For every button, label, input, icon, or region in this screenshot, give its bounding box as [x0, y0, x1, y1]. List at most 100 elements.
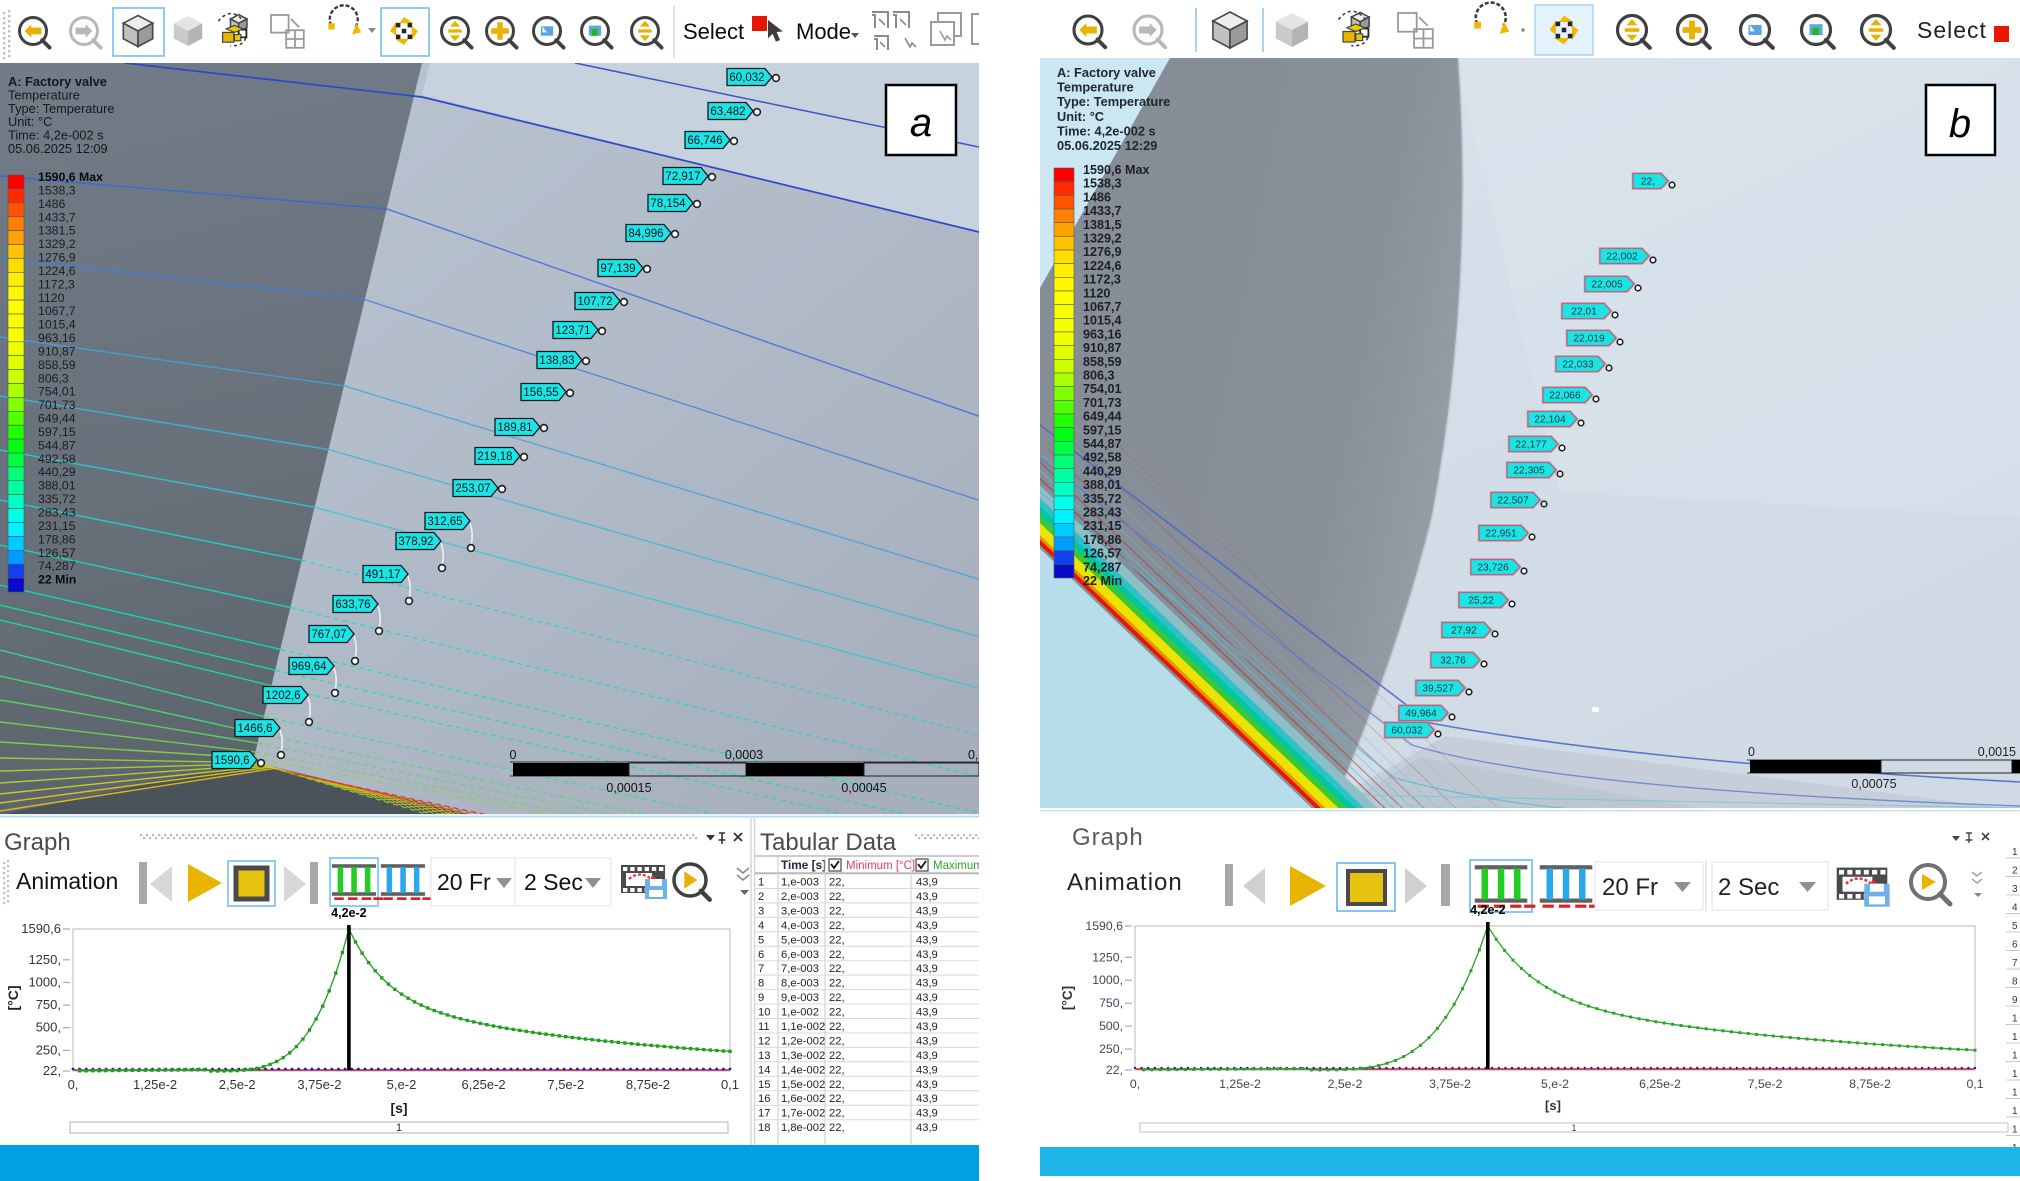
svg-text:156,55: 156,55	[523, 387, 558, 399]
svg-text:0,: 0,	[1130, 1077, 1140, 1091]
svg-text:963,16: 963,16	[38, 331, 76, 345]
svg-text:1: 1	[2012, 1088, 2018, 1099]
svg-text:1067,7: 1067,7	[38, 304, 76, 318]
svg-text:14: 14	[758, 1064, 770, 1076]
svg-text:22,: 22,	[829, 1064, 845, 1076]
svg-text:123,71: 123,71	[555, 325, 590, 337]
svg-text:22,: 22,	[829, 1079, 845, 1091]
svg-text:231,15: 231,15	[1083, 519, 1122, 533]
svg-text:858,59: 858,59	[1083, 355, 1122, 369]
svg-text:43,9: 43,9	[916, 891, 938, 903]
svg-text:78,154: 78,154	[650, 198, 686, 210]
svg-text:1590,6 Max: 1590,6 Max	[38, 170, 103, 184]
svg-text:1486: 1486	[1083, 190, 1111, 204]
svg-text:22,: 22,	[829, 1122, 845, 1134]
svg-text:1,25e-2: 1,25e-2	[133, 1077, 177, 1092]
svg-text:43,9: 43,9	[916, 1093, 938, 1105]
svg-text:43,9: 43,9	[916, 1064, 938, 1076]
svg-text:8,75e-2: 8,75e-2	[626, 1077, 670, 1092]
svg-text:0,0015: 0,0015	[1978, 745, 2016, 759]
svg-text:544,87: 544,87	[1083, 437, 1122, 451]
svg-text:Graph: Graph	[1072, 824, 1144, 851]
svg-text:544,87: 544,87	[38, 438, 76, 452]
svg-text:1486: 1486	[38, 197, 66, 211]
svg-text:597,15: 597,15	[1083, 423, 1122, 437]
svg-text:1250,: 1250,	[28, 952, 61, 967]
svg-text:43,9: 43,9	[916, 1122, 938, 1134]
svg-text:43,9: 43,9	[916, 992, 938, 1004]
svg-text:7,5e-2: 7,5e-2	[547, 1077, 584, 1092]
svg-text:3: 3	[2012, 884, 2018, 895]
svg-text:178,86: 178,86	[1083, 533, 1122, 547]
svg-text:1224,6: 1224,6	[1083, 259, 1122, 273]
svg-text:0: 0	[510, 748, 517, 762]
svg-text:5: 5	[758, 934, 764, 946]
svg-text:910,87: 910,87	[38, 344, 76, 358]
svg-text:22,002: 22,002	[1606, 252, 1638, 263]
svg-text:1538,3: 1538,3	[38, 183, 76, 197]
svg-text:5,e-003: 5,e-003	[781, 934, 819, 946]
svg-text:8: 8	[758, 978, 764, 990]
svg-text:1276,9: 1276,9	[1083, 245, 1122, 259]
svg-text:22,: 22,	[829, 905, 845, 917]
svg-text:1433,7: 1433,7	[1083, 204, 1122, 218]
svg-text:Select: Select	[683, 19, 744, 44]
svg-text:0,0: 0,0	[968, 748, 979, 762]
svg-text:189,81: 189,81	[497, 422, 532, 434]
svg-text:500,: 500,	[36, 1020, 61, 1035]
svg-text:1590,6 Max: 1590,6 Max	[1083, 163, 1150, 177]
svg-text:Animation: Animation	[16, 868, 118, 894]
svg-text:1,6e-002: 1,6e-002	[781, 1093, 825, 1105]
svg-text:11: 11	[758, 1021, 770, 1033]
svg-text:4: 4	[758, 920, 764, 932]
svg-text:6,25e-2: 6,25e-2	[462, 1077, 506, 1092]
svg-text:22,01: 22,01	[1571, 307, 1597, 318]
svg-text:910,87: 910,87	[1083, 341, 1122, 355]
svg-text:05.06.2025 12:29: 05.06.2025 12:29	[1057, 138, 1157, 153]
svg-text:806,3: 806,3	[1083, 369, 1115, 383]
svg-text:754,01: 754,01	[1083, 382, 1122, 396]
svg-text:1015,4: 1015,4	[1083, 314, 1122, 328]
svg-text:633,76: 633,76	[335, 599, 370, 611]
svg-text:754,01: 754,01	[38, 385, 76, 399]
svg-text:22,: 22,	[829, 1093, 845, 1105]
svg-text:43,9: 43,9	[916, 1108, 938, 1120]
svg-text:A: Factory valve: A: Factory valve	[1057, 65, 1156, 80]
svg-text:22,507: 22,507	[1497, 496, 1529, 507]
svg-text:84,996: 84,996	[628, 228, 663, 240]
svg-text:22,: 22,	[829, 920, 845, 932]
svg-text:253,07: 253,07	[455, 483, 490, 495]
svg-text:1,3e-002: 1,3e-002	[781, 1050, 825, 1062]
svg-text:3,75e-2: 3,75e-2	[1429, 1077, 1471, 1091]
svg-text:63,482: 63,482	[710, 106, 745, 118]
svg-text:3,75e-2: 3,75e-2	[297, 1077, 341, 1092]
svg-text:283,43: 283,43	[1083, 506, 1122, 520]
svg-text:492,58: 492,58	[38, 452, 76, 466]
svg-text:0,00015: 0,00015	[606, 781, 651, 795]
svg-text:312,65: 312,65	[427, 516, 462, 528]
svg-text:0,1: 0,1	[721, 1077, 739, 1092]
svg-text:6: 6	[758, 949, 764, 961]
svg-text:5,e-2: 5,e-2	[1541, 1077, 1569, 1091]
svg-text:0,: 0,	[68, 1077, 79, 1092]
svg-text:9,e-003: 9,e-003	[781, 992, 819, 1004]
svg-text:1466,6: 1466,6	[237, 723, 272, 735]
svg-text:7: 7	[2012, 958, 2018, 969]
svg-text:701,73: 701,73	[1083, 396, 1122, 410]
svg-text:22,104: 22,104	[1534, 415, 1566, 426]
svg-text:1,7e-002: 1,7e-002	[781, 1108, 825, 1120]
svg-text:22,951: 22,951	[1485, 529, 1517, 540]
svg-text:1224,6: 1224,6	[38, 264, 76, 278]
svg-text:Minimum [°C]: Minimum [°C]	[846, 860, 915, 872]
svg-text:7,5e-2: 7,5e-2	[1748, 1077, 1783, 1091]
svg-text:22,305: 22,305	[1513, 466, 1545, 477]
svg-text:1172,3: 1172,3	[1083, 273, 1121, 287]
svg-text:43,9: 43,9	[916, 1079, 938, 1091]
svg-text:1202,6: 1202,6	[265, 690, 300, 702]
svg-text:107,72: 107,72	[577, 296, 612, 308]
svg-text:7,e-003: 7,e-003	[781, 963, 819, 975]
svg-text:1000,: 1000,	[28, 975, 61, 990]
svg-text:388,01: 388,01	[38, 479, 76, 493]
svg-text:1172,3: 1172,3	[38, 277, 75, 291]
svg-text:22,: 22,	[829, 1036, 845, 1048]
